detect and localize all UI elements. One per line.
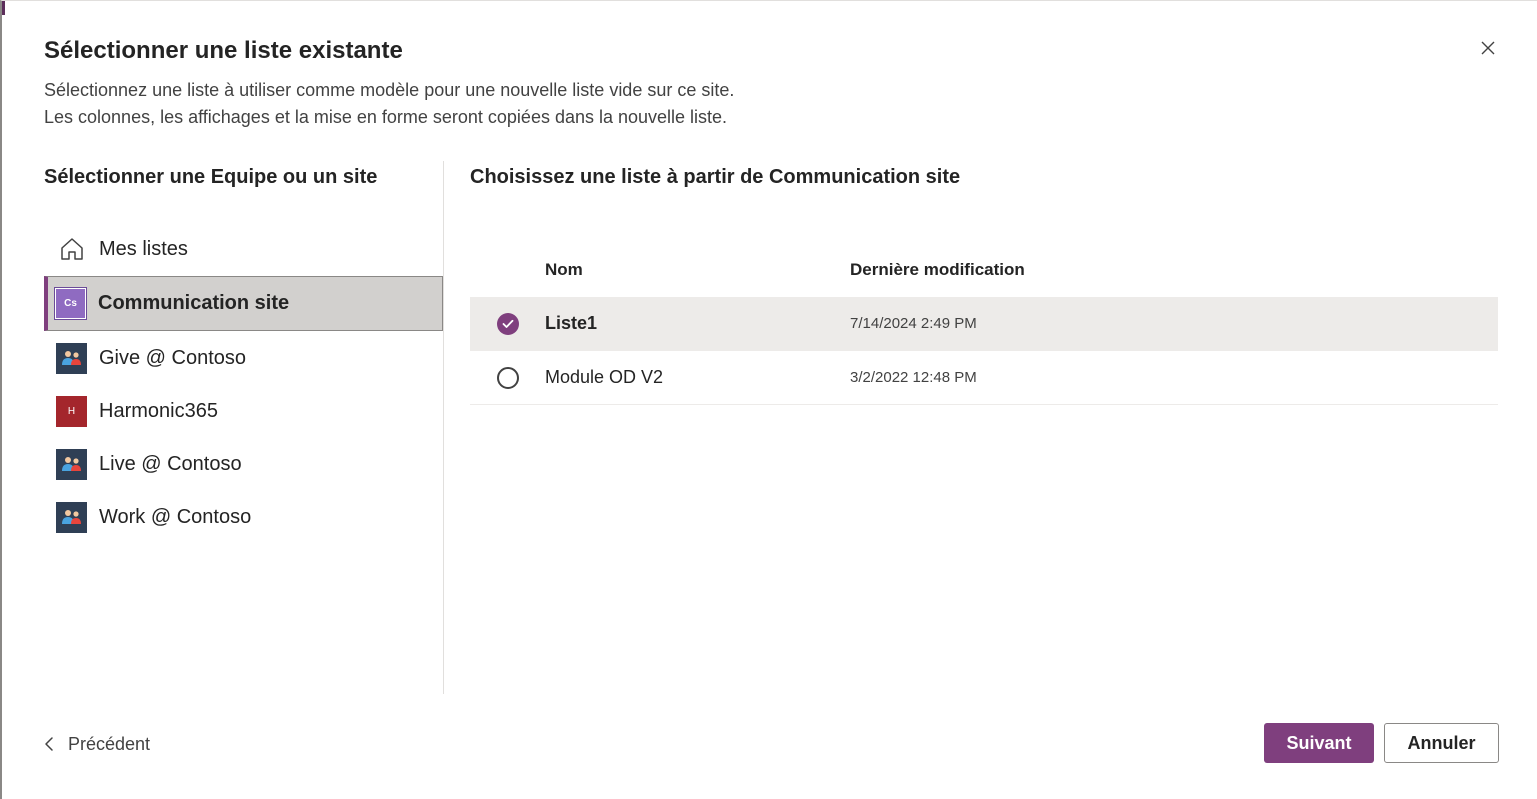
dialog-description: Sélectionnez une liste à utiliser comme …	[44, 77, 734, 131]
home-icon	[56, 234, 87, 265]
close-button[interactable]	[1472, 33, 1504, 65]
team-icon	[56, 448, 87, 480]
chevron-left-icon	[44, 736, 54, 752]
site-item-label: Mes listes	[99, 237, 188, 260]
site-item-label: Work @ Contoso	[99, 505, 252, 528]
site-picker-heading: Sélectionner une Equipe ou un site	[44, 166, 378, 188]
site-item-label: Give @ Contoso	[99, 346, 247, 369]
site-item-label: Live @ Contoso	[99, 452, 242, 475]
description-line-1: Sélectionnez une liste à utiliser comme …	[44, 80, 735, 100]
site-item-harmonic365[interactable]: H Harmonic365	[44, 385, 443, 437]
team-icon	[56, 501, 87, 533]
close-icon	[1480, 40, 1496, 59]
row-modified: 7/14/2024 2:49 PM	[850, 315, 977, 332]
site-item-mes-listes[interactable]: Mes listes	[44, 223, 443, 275]
site-item-give-contoso[interactable]: Give @ Contoso	[44, 332, 443, 384]
team-icon	[56, 342, 87, 374]
table-row[interactable]: Liste1 7/14/2024 2:49 PM	[470, 297, 1498, 351]
previous-button[interactable]: Précédent	[44, 728, 150, 760]
cancel-button[interactable]: Annuler	[1384, 723, 1499, 763]
radio-unchecked[interactable]	[496, 366, 519, 389]
column-header-modified[interactable]: Dernière modification	[850, 260, 1498, 280]
radio-checked[interactable]	[496, 312, 519, 335]
row-name: Module OD V2	[545, 367, 664, 387]
site-initials-icon: Cs	[54, 287, 87, 320]
site-item-communication-site[interactable]: Cs Communication site	[44, 276, 443, 331]
site-list: Mes listes Cs Communication site Give @ …	[44, 223, 443, 544]
column-header-name[interactable]: Nom	[545, 260, 850, 280]
table-row[interactable]: Module OD V2 3/2/2022 12:48 PM	[470, 351, 1498, 405]
panel-divider	[443, 161, 444, 694]
row-name: Liste1	[545, 313, 598, 333]
list-table: Nom Dernière modification Liste1 7/14/20…	[470, 243, 1498, 405]
site-item-label: Harmonic365	[99, 399, 218, 422]
dialog-title: Sélectionner une liste existante	[44, 37, 403, 64]
next-button[interactable]: Suivant	[1264, 723, 1374, 763]
list-picker-heading: Choisissez une liste à partir de Communi…	[470, 166, 961, 188]
row-modified: 3/2/2022 12:48 PM	[850, 369, 977, 386]
window-edge-accent	[2, 1, 5, 15]
description-line-2: Les colonnes, les affichages et la mise …	[44, 107, 728, 127]
site-item-work-contoso[interactable]: Work @ Contoso	[44, 491, 443, 543]
site-item-live-contoso[interactable]: Live @ Contoso	[44, 438, 443, 490]
dialog: Sélectionner une liste existante Sélecti…	[0, 0, 1537, 799]
table-header: Nom Dernière modification	[470, 243, 1498, 297]
previous-label: Précédent	[68, 733, 151, 754]
site-initials-icon: H	[56, 395, 87, 427]
site-item-label: Communication site	[98, 292, 290, 314]
